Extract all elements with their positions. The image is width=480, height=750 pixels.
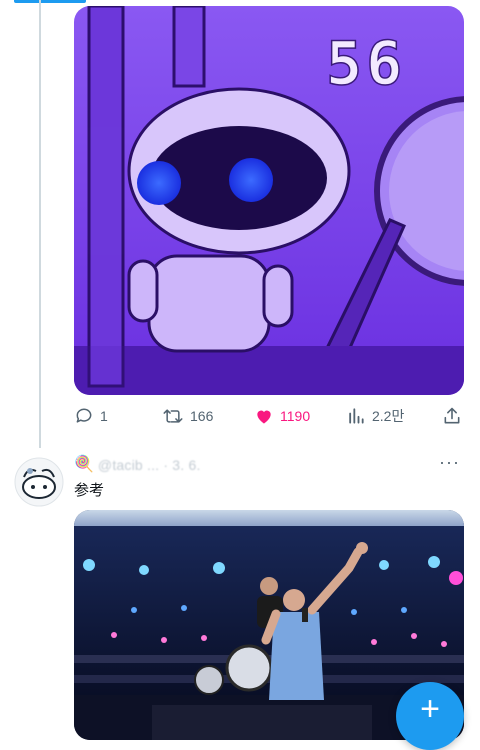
- share-icon: [442, 406, 462, 426]
- heart-icon: [254, 406, 274, 426]
- like-count: 1190: [280, 408, 311, 424]
- retweet-icon: [162, 406, 184, 426]
- plus-icon: +: [420, 690, 440, 728]
- lollipop-icon: 🍭: [74, 456, 94, 473]
- tweet-media-image-robot[interactable]: 56: [74, 6, 464, 395]
- tweet-action-bar: 1 166 1190 2.2만: [74, 404, 466, 428]
- reply-count: 1: [100, 408, 108, 424]
- retweet-count: 166: [190, 408, 214, 424]
- views-button[interactable]: 2.2만: [346, 404, 404, 428]
- reply-button[interactable]: 1: [74, 404, 108, 428]
- like-button[interactable]: 1190: [254, 404, 310, 428]
- avatar[interactable]: [14, 457, 64, 507]
- more-options-button[interactable]: ···: [439, 452, 460, 473]
- compose-fab-button[interactable]: +: [396, 682, 464, 750]
- share-button[interactable]: [442, 404, 462, 428]
- author-handle[interactable]: @tacib ... · 3. 6.: [98, 457, 201, 473]
- tweet-text: 参考: [74, 482, 105, 499]
- retweet-button[interactable]: 166: [162, 404, 213, 428]
- media-overlay-number: 56: [326, 29, 406, 99]
- tweet-header: 🍭 @tacib ... · 3. 6. ···: [74, 452, 466, 476]
- scroll-progress-indicator: [14, 0, 86, 3]
- views-count: 2.2만: [372, 408, 405, 424]
- bar-chart-icon: [346, 406, 366, 426]
- thread-connector-line: [39, 0, 41, 448]
- reply-icon: [74, 406, 94, 426]
